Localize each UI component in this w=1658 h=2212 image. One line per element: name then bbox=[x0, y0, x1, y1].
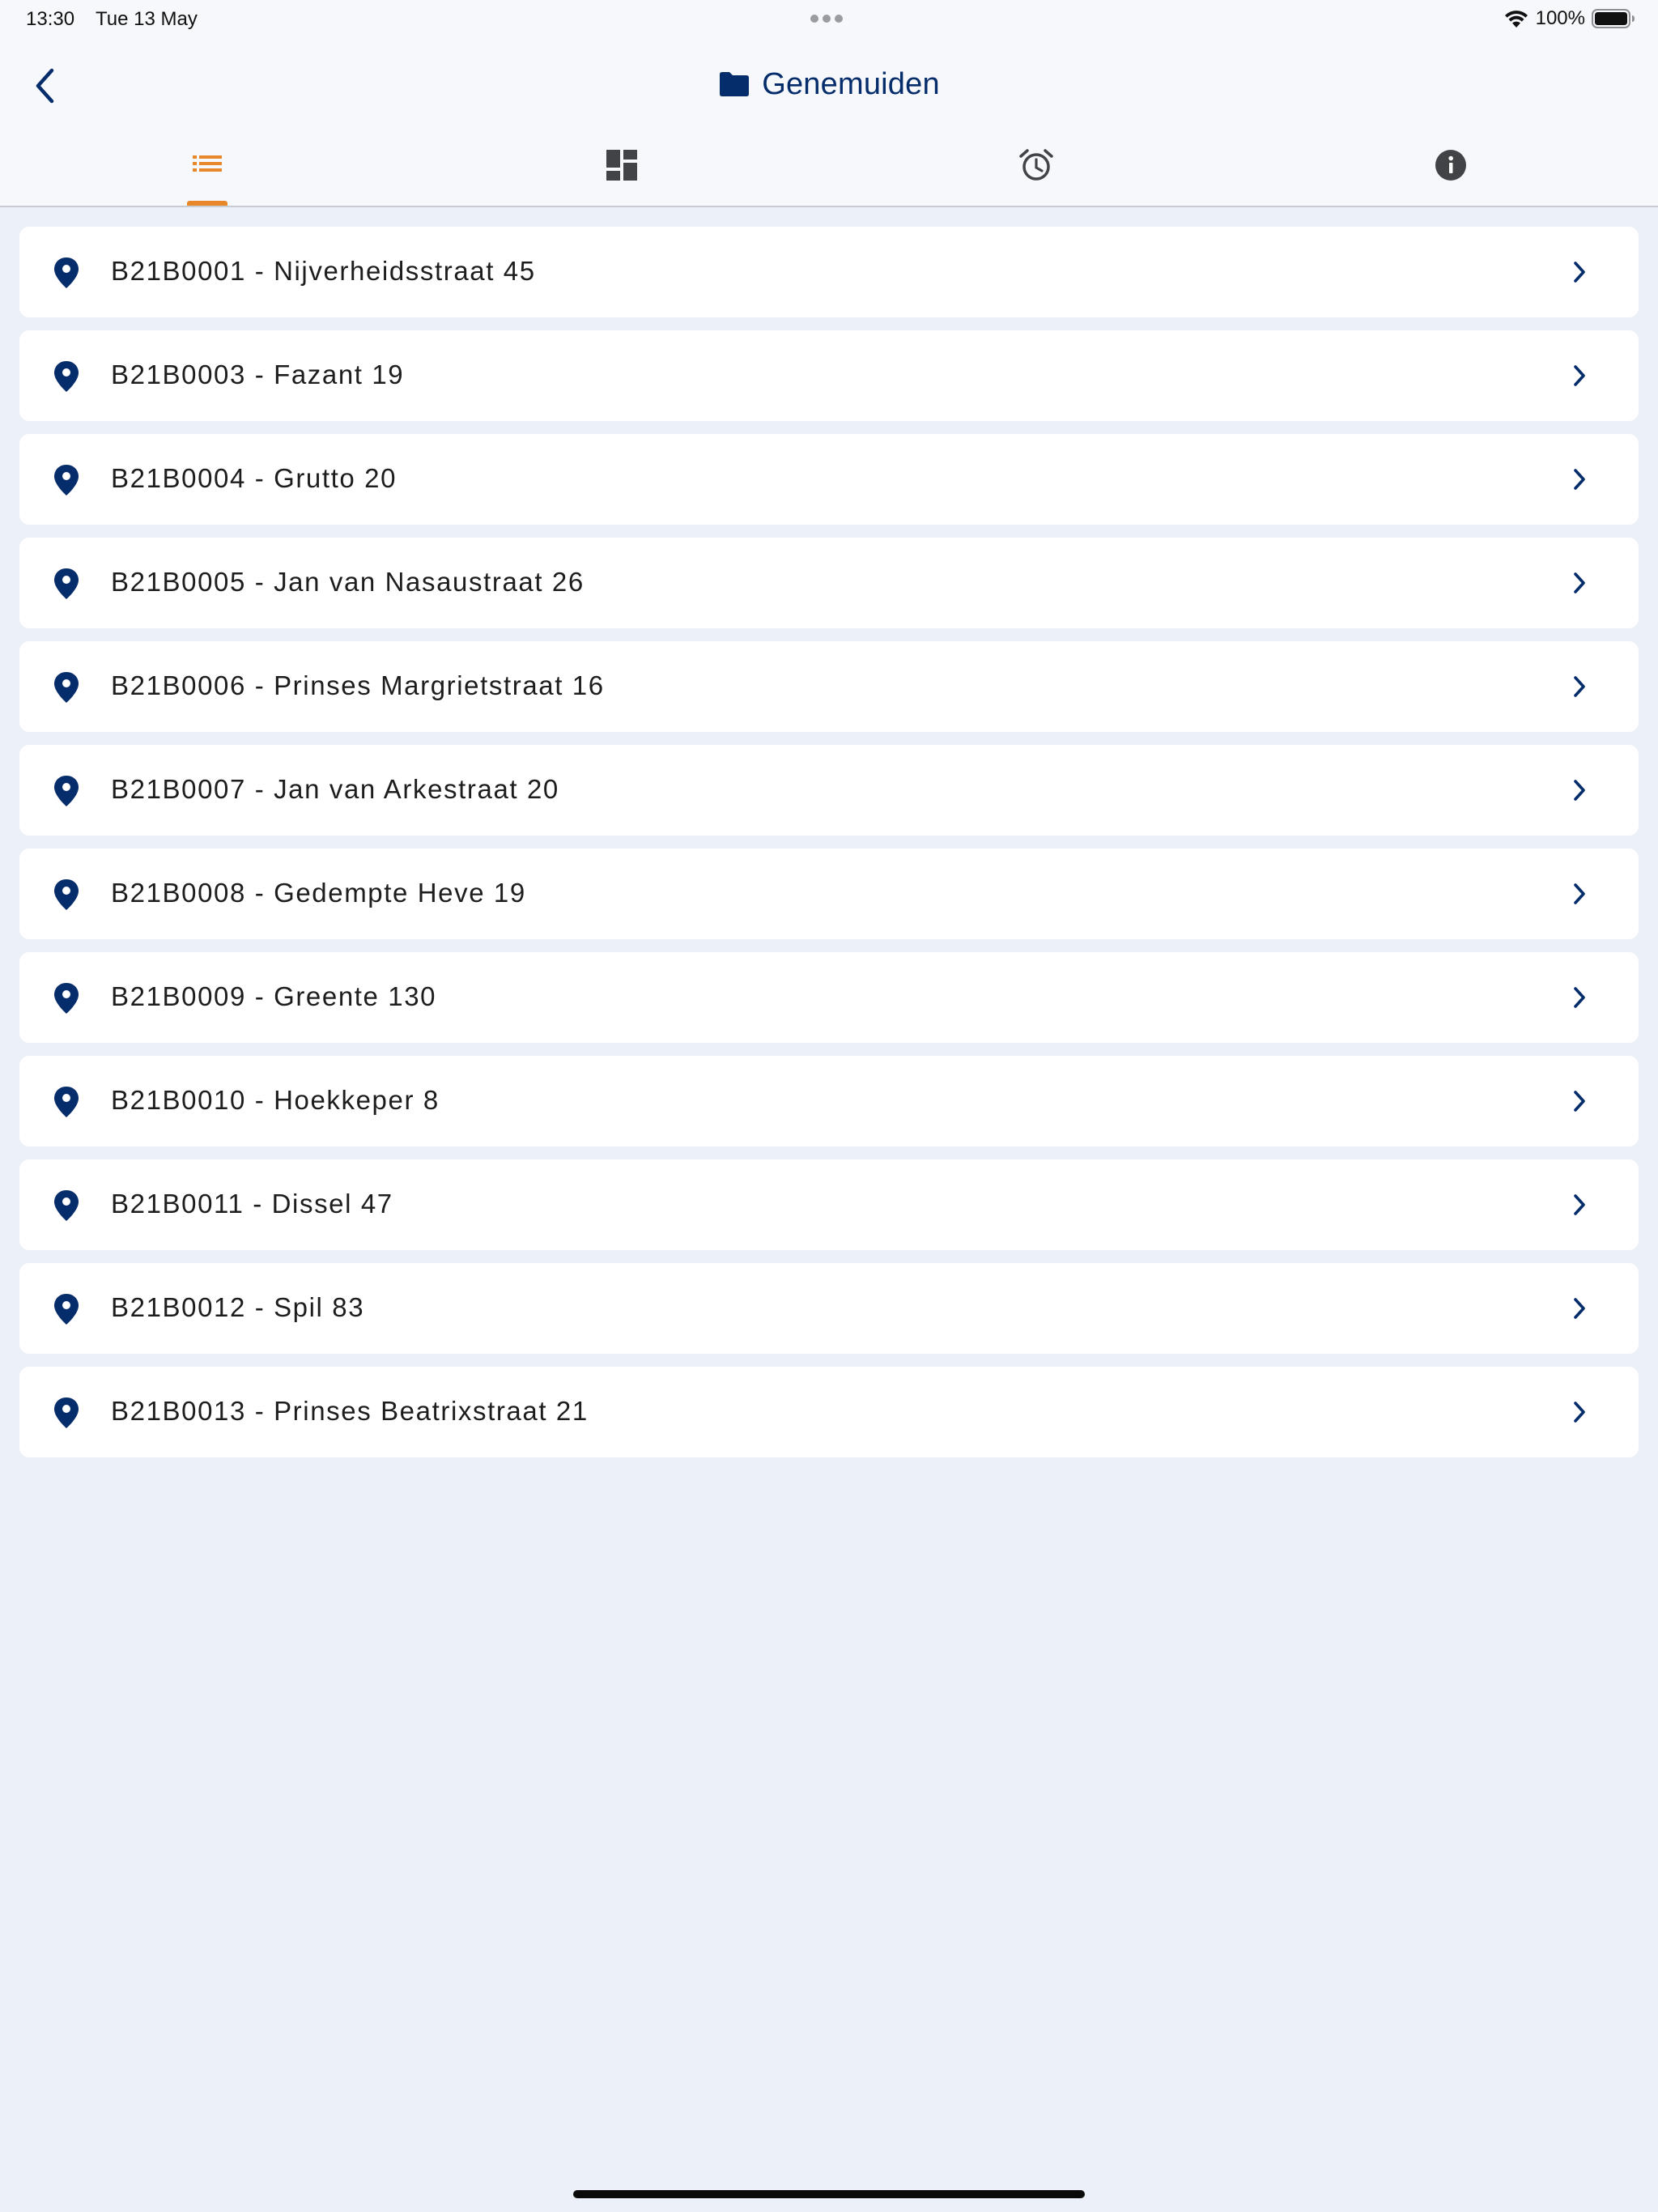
list-item-label: B21B0008 - Gedempte Heve 19 bbox=[111, 878, 526, 908]
chevron-right-icon bbox=[1574, 1402, 1585, 1423]
chevron-right-icon bbox=[1574, 1194, 1585, 1215]
map-pin-icon bbox=[54, 361, 79, 392]
map-pin-icon bbox=[54, 568, 79, 599]
battery-icon bbox=[1592, 9, 1635, 28]
list-item[interactable]: B21B0003 - Fazant 19 bbox=[19, 330, 1639, 421]
list-item[interactable]: B21B0012 - Spil 83 bbox=[19, 1263, 1639, 1354]
chevron-left-icon bbox=[36, 68, 54, 104]
list-item[interactable]: B21B0006 - Prinses Margrietstraat 16 bbox=[19, 641, 1639, 732]
chevron-right-icon bbox=[1574, 572, 1585, 593]
tab-info[interactable] bbox=[1244, 130, 1658, 206]
tab-list[interactable] bbox=[0, 130, 414, 206]
map-pin-icon bbox=[54, 776, 79, 806]
active-tab-indicator bbox=[187, 201, 227, 206]
list-item-label: B21B0003 - Fazant 19 bbox=[111, 359, 405, 389]
list-item[interactable]: B21B0005 - Jan van Nasaustraat 26 bbox=[19, 538, 1639, 628]
tab-bar bbox=[0, 130, 1658, 206]
status-date: Tue 13 May bbox=[96, 8, 198, 30]
list-item-label: B21B0006 - Prinses Margrietstraat 16 bbox=[111, 670, 605, 700]
map-pin-icon bbox=[54, 879, 79, 910]
map-pin-icon bbox=[54, 1190, 79, 1221]
tab-alarm[interactable] bbox=[829, 130, 1244, 206]
info-icon bbox=[1435, 150, 1466, 181]
chevron-right-icon bbox=[1574, 1298, 1585, 1319]
list-item[interactable]: B21B0013 - Prinses Beatrixstraat 21 bbox=[19, 1367, 1639, 1457]
chevron-right-icon bbox=[1574, 780, 1585, 801]
tab-dashboard[interactable] bbox=[414, 130, 829, 206]
chevron-right-icon bbox=[1574, 469, 1585, 490]
status-indicators: 100% bbox=[1503, 7, 1635, 30]
alarm-clock-icon bbox=[1019, 149, 1053, 181]
map-pin-icon bbox=[54, 1294, 79, 1325]
list-item-label: B21B0001 - Nijverheidsstraat 45 bbox=[111, 256, 536, 286]
map-pin-icon bbox=[54, 1397, 79, 1428]
map-pin-icon bbox=[54, 983, 79, 1014]
wifi-icon bbox=[1504, 11, 1528, 28]
chevron-right-icon bbox=[1574, 987, 1585, 1008]
nav-title-group: Genemuiden bbox=[0, 49, 1658, 120]
list-item-label: B21B0011 - Dissel 47 bbox=[111, 1189, 393, 1219]
list-item[interactable]: B21B0011 - Dissel 47 bbox=[19, 1159, 1639, 1250]
page-title: Genemuiden bbox=[762, 66, 940, 101]
home-indicator[interactable] bbox=[573, 2190, 1085, 2198]
list-item-label: B21B0004 - Grutto 20 bbox=[111, 463, 397, 493]
location-list: B21B0001 - Nijverheidsstraat 45 B21B0003… bbox=[19, 227, 1639, 1470]
list-item[interactable]: B21B0008 - Gedempte Heve 19 bbox=[19, 849, 1639, 939]
folder-icon bbox=[720, 72, 750, 96]
map-pin-icon bbox=[54, 672, 79, 703]
chevron-right-icon bbox=[1574, 365, 1585, 386]
list-item[interactable]: B21B0004 - Grutto 20 bbox=[19, 434, 1639, 525]
list-item-label: B21B0007 - Jan van Arkestraat 20 bbox=[111, 774, 559, 804]
list-item-label: B21B0009 - Greente 130 bbox=[111, 981, 437, 1011]
navigation-bar: Genemuiden bbox=[0, 49, 1658, 120]
list-item-label: B21B0005 - Jan van Nasaustraat 26 bbox=[111, 567, 585, 597]
status-time: 13:30 bbox=[26, 8, 75, 30]
list-item-label: B21B0010 - Hoekkeper 8 bbox=[111, 1085, 440, 1115]
chevron-right-icon bbox=[1574, 1091, 1585, 1112]
dashboard-icon bbox=[606, 150, 637, 181]
list-icon bbox=[193, 155, 222, 172]
map-pin-icon bbox=[54, 257, 79, 288]
multitasking-dots-icon[interactable] bbox=[810, 15, 843, 23]
map-pin-icon bbox=[54, 1087, 79, 1117]
list-item-label: B21B0013 - Prinses Beatrixstraat 21 bbox=[111, 1396, 589, 1426]
top-bar: 13:30 Tue 13 May 100% Genemuiden bbox=[0, 0, 1658, 207]
list-item-label: B21B0012 - Spil 83 bbox=[111, 1292, 365, 1322]
chevron-right-icon bbox=[1574, 676, 1585, 697]
battery-percentage: 100% bbox=[1535, 7, 1585, 29]
list-item[interactable]: B21B0010 - Hoekkeper 8 bbox=[19, 1056, 1639, 1146]
list-item[interactable]: B21B0009 - Greente 130 bbox=[19, 952, 1639, 1043]
list-item[interactable]: B21B0001 - Nijverheidsstraat 45 bbox=[19, 227, 1639, 317]
chevron-right-icon bbox=[1574, 262, 1585, 283]
status-bar: 13:30 Tue 13 May 100% bbox=[0, 0, 1658, 39]
back-button[interactable] bbox=[23, 63, 68, 108]
chevron-right-icon bbox=[1574, 883, 1585, 904]
list-item[interactable]: B21B0007 - Jan van Arkestraat 20 bbox=[19, 745, 1639, 836]
map-pin-icon bbox=[54, 465, 79, 496]
